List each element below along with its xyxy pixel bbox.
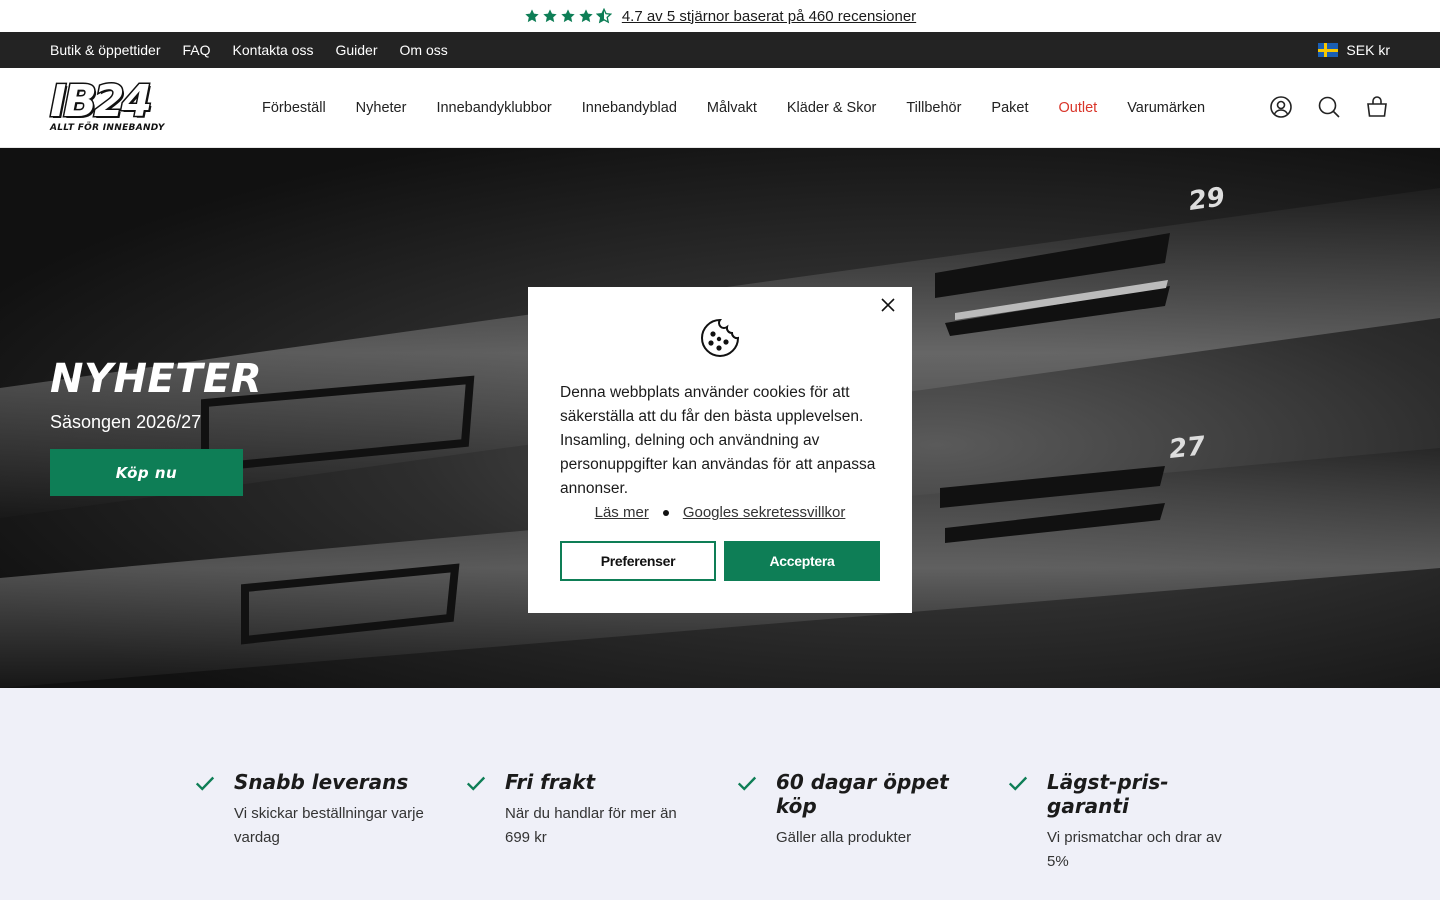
usp-title: 60 dagar öppet köp: [776, 770, 949, 818]
rating-stars: [524, 8, 612, 24]
usp-title: Lägst-pris-garanti: [1047, 770, 1169, 818]
reviews-link[interactable]: 4.7 av 5 stjärnor baserat på 460 recensi…: [622, 8, 916, 25]
usp-title: Fri frakt: [505, 770, 596, 794]
usp-desc: Vi prismatchar och drar av 5%: [1047, 829, 1222, 870]
usp-desc: När du handlar för mer än 699 kr: [505, 805, 677, 846]
cookie-consent-dialog: Denna webbplats använder cookies för att…: [528, 287, 912, 613]
cookie-buttons: Preferenser Acceptera: [560, 541, 880, 581]
read-more-link[interactable]: Läs mer: [595, 504, 649, 521]
logo-tagline: ALLT FÖR INNEBANDY: [50, 123, 165, 133]
usp-item: Snabb leverans Vi skickar beställningar …: [194, 770, 434, 850]
usp-section: Snabb leverans Vi skickar beställningar …: [0, 688, 1440, 900]
util-link-guides[interactable]: Guider: [335, 42, 377, 58]
util-link-store[interactable]: Butik & öppettider: [50, 42, 161, 58]
shop-now-button[interactable]: Köp nu: [50, 449, 243, 496]
star-icon: [579, 9, 593, 23]
star-icon: [543, 9, 557, 23]
hero-subtitle: Säsongen 2026/27: [50, 412, 202, 432]
util-link-contact[interactable]: Kontakta oss: [233, 42, 314, 58]
sweden-flag-icon: [1318, 43, 1339, 57]
checkmark-icon: [195, 776, 215, 791]
header-icons: [1268, 94, 1390, 120]
util-link-faq[interactable]: FAQ: [183, 42, 211, 58]
usp-item: Lägst-pris-garanti Vi prismatchar och dr…: [1007, 770, 1247, 874]
review-bar: 4.7 av 5 stjärnor baserat på 460 recensi…: [0, 0, 1440, 32]
nav-blades[interactable]: Innebandyblad: [582, 100, 677, 116]
nav-outlet[interactable]: Outlet: [1059, 100, 1098, 116]
site-logo[interactable]: IB24 ALLT FÖR INNEBANDY: [49, 76, 180, 134]
stick-number-29: 29: [1187, 182, 1227, 217]
nav-news[interactable]: Nyheter: [356, 100, 407, 116]
utility-bar: Butik & öppettider FAQ Kontakta oss Guid…: [0, 32, 1440, 68]
usp-desc: Gäller alla produkter: [776, 829, 912, 846]
cookie-icon: [701, 318, 740, 357]
checkmark-icon: [1008, 776, 1028, 791]
cookie-message: Denna webbplats använder cookies för att…: [560, 384, 876, 497]
usp-item: Fri frakt När du handlar för mer än 699 …: [465, 770, 705, 850]
nav-clothing-shoes[interactable]: Kläder & Skor: [787, 100, 876, 116]
nav-sticks[interactable]: Innebandyklubbor: [436, 100, 551, 116]
hero-content: NYHETER Säsongen 2026/27 Köp nu: [50, 356, 262, 496]
nav-accessories[interactable]: Tillbehör: [906, 100, 961, 116]
cookie-links: Läs mer Googles sekretessvillkor: [560, 504, 880, 521]
star-icon: [561, 9, 575, 23]
currency-label: SEK kr: [1346, 42, 1390, 58]
usp-desc: Vi skickar beställningar varje vardag: [234, 805, 424, 846]
close-button[interactable]: [876, 293, 900, 317]
main-nav: Förbeställ Nyheter Innebandyklubbor Inne…: [262, 100, 1205, 116]
logo-wordmark: IB24: [49, 76, 154, 127]
usp-item: 60 dagar öppet köp Gäller alla produkter: [736, 770, 976, 850]
util-link-about[interactable]: Om oss: [400, 42, 448, 58]
currency-selector[interactable]: SEK kr: [1318, 42, 1390, 58]
cart-icon[interactable]: [1364, 94, 1390, 120]
nav-preorder[interactable]: Förbeställ: [262, 100, 326, 116]
close-icon: [881, 298, 895, 312]
site-header: IB24 ALLT FÖR INNEBANDY Förbeställ Nyhet…: [0, 68, 1440, 148]
search-icon[interactable]: [1316, 94, 1342, 120]
hero-title: NYHETER: [50, 356, 263, 402]
checkmark-icon: [466, 776, 486, 791]
preferences-button[interactable]: Preferenser: [560, 541, 716, 581]
half-star-icon: [595, 8, 612, 24]
google-privacy-link[interactable]: Googles sekretessvillkor: [683, 504, 846, 521]
account-icon[interactable]: [1268, 94, 1294, 120]
nav-goalie[interactable]: Målvakt: [707, 100, 757, 116]
utility-links: Butik & öppettider FAQ Kontakta oss Guid…: [50, 42, 448, 58]
nav-brands[interactable]: Varumärken: [1127, 100, 1205, 116]
separator-dot: [662, 509, 669, 516]
star-icon: [525, 9, 539, 23]
checkmark-icon: [737, 776, 757, 791]
nav-packages[interactable]: Paket: [991, 100, 1028, 116]
stick-number-27: 27: [1168, 431, 1208, 465]
accept-button[interactable]: Acceptera: [724, 541, 880, 581]
usp-title: Snabb leverans: [234, 770, 409, 794]
